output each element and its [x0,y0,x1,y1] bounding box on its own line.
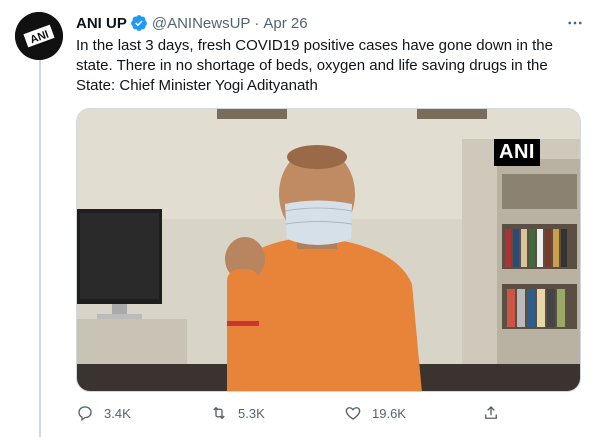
retweet-icon [213,406,225,420]
reply-icon [78,406,92,422]
more-icon[interactable] [564,12,586,34]
separator-dot: · [254,14,260,32]
tweet-actions: 3.4K 5.3K 19.6K [76,402,506,424]
thread-line [39,60,41,437]
reply-count: 3.4K [104,405,131,421]
ani-watermark: ANI [494,139,540,166]
share-icon [485,406,497,419]
avatar[interactable]: ANI [15,12,63,60]
tweet-video[interactable]: ANI [76,108,581,392]
like-count: 19.6K [372,405,406,421]
share-button[interactable] [482,402,510,424]
verified-badge-icon [130,14,148,32]
author-handle[interactable]: @ANINewsUP [152,15,251,32]
tweet-header: ANI UP @ANINewsUP · Apr 26 [76,12,586,34]
author-name[interactable]: ANI UP [76,15,127,32]
like-button[interactable]: 19.6K [344,402,406,424]
heart-icon [345,407,361,420]
retweet-count: 5.3K [238,405,265,421]
tweet-date[interactable]: Apr 26 [263,15,307,32]
retweet-button[interactable]: 5.3K [210,402,265,424]
tweet-text: In the last 3 days, fresh COVID19 positi… [76,37,553,94]
ani-avatar-logo: ANI [15,12,63,60]
reply-button[interactable]: 3.4K [76,402,131,424]
